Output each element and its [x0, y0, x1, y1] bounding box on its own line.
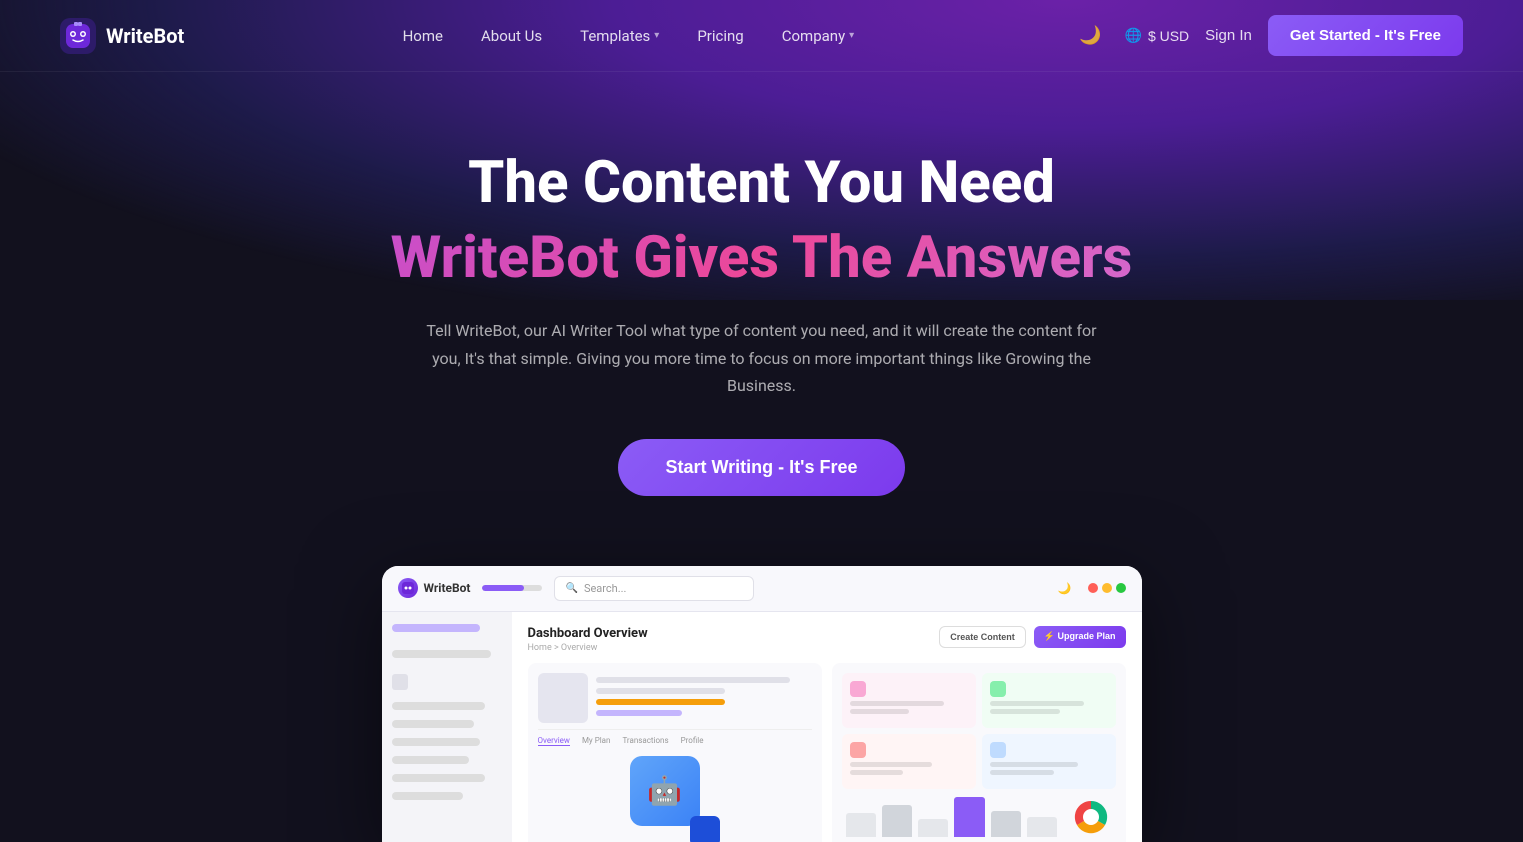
- nav-links: Home About Us Templates ▾ Pricing Compan…: [387, 19, 871, 53]
- logo-icon: [60, 18, 96, 54]
- db-mini-dot: [850, 742, 866, 758]
- db-main-content: Dashboard Overview Home > Overview Creat…: [512, 612, 1142, 842]
- db-maximize-dot: [1116, 583, 1126, 593]
- db-header-row: Dashboard Overview Home > Overview Creat…: [528, 626, 1126, 653]
- flag-icon: 🌐: [1125, 27, 1142, 44]
- hero-description: Tell WriteBot, our AI Writer Tool what t…: [412, 317, 1112, 399]
- currency-label: $ USD: [1148, 28, 1189, 44]
- templates-chevron-icon: ▾: [654, 30, 659, 41]
- db-moon-icon: 🌙: [1058, 582, 1072, 595]
- db-pie-chart: [1071, 797, 1111, 837]
- db-mini-dot: [990, 681, 1006, 697]
- db-thumbnail: [538, 673, 588, 723]
- db-chart: [842, 797, 1116, 837]
- db-mini-card-green: [982, 673, 1116, 728]
- search-icon: 🔍: [565, 583, 577, 594]
- db-sidebar-arrow: [392, 674, 408, 690]
- db-upgrade-btn[interactable]: ⚡ Upgrade Plan: [1034, 626, 1126, 648]
- dashboard-frame: WriteBot 🔍 Search... 🌙: [382, 566, 1142, 842]
- db-sidebar-item: [392, 702, 486, 710]
- db-sidebar-item: [392, 738, 480, 746]
- db-mini-dot-blue: [990, 742, 1006, 758]
- logo-link[interactable]: WriteBot: [60, 18, 184, 54]
- language-currency-btn[interactable]: 🌐 $ USD: [1125, 27, 1190, 44]
- db-sidebar-item: [392, 650, 491, 658]
- db-tabs-row: Overview My Plan Transactions Profile: [538, 729, 812, 746]
- db-mini-cards-grid: [842, 673, 1116, 789]
- db-logo: WriteBot: [398, 578, 471, 598]
- hero-title-line1: The Content You Need: [40, 152, 1483, 216]
- db-card-right: [832, 663, 1126, 842]
- nav-right: 🌙 🌐 $ USD Sign In Get Started - It's Fre…: [1073, 15, 1463, 56]
- db-create-content-btn[interactable]: Create Content: [939, 626, 1026, 648]
- moon-icon: 🌙: [1079, 25, 1101, 46]
- hero-title-line2: WriteBot Gives The Answers: [40, 224, 1483, 294]
- db-actions: Create Content ⚡ Upgrade Plan: [939, 626, 1125, 648]
- dark-mode-toggle[interactable]: 🌙: [1073, 18, 1109, 54]
- db-robot-illustration: 🤖: [630, 756, 720, 842]
- hero-section: The Content You Need WriteBot Gives The …: [0, 72, 1523, 546]
- logo-text: WriteBot: [106, 24, 184, 48]
- db-mini-card-pink: [842, 673, 976, 728]
- db-search-box[interactable]: 🔍 Search...: [554, 576, 754, 601]
- db-minimize-dot: [1102, 583, 1112, 593]
- dashboard-topbar: WriteBot 🔍 Search... 🌙: [382, 566, 1142, 612]
- nav-templates[interactable]: Templates ▾: [564, 19, 675, 53]
- dashboard-body: Dashboard Overview Home > Overview Creat…: [382, 612, 1142, 842]
- db-sidebar-item: [392, 720, 475, 728]
- start-writing-button[interactable]: Start Writing - It's Free: [618, 439, 906, 496]
- db-illustration: 🤖: [538, 746, 812, 842]
- nav-home[interactable]: Home: [387, 19, 459, 53]
- db-card-content: [538, 673, 812, 723]
- nav-company[interactable]: Company ▾: [766, 19, 870, 53]
- db-sidebar-item: [392, 792, 464, 800]
- db-mini-card-red: [842, 734, 976, 789]
- nav-about[interactable]: About Us: [465, 19, 558, 53]
- company-chevron-icon: ▾: [849, 30, 854, 41]
- get-started-button[interactable]: Get Started - It's Free: [1268, 15, 1463, 56]
- db-card-text-lines: [596, 673, 812, 723]
- db-top-icons: 🌙: [1058, 582, 1126, 595]
- db-close-dot: [1088, 583, 1098, 593]
- db-title-block: Dashboard Overview Home > Overview: [528, 626, 648, 653]
- nav-pricing[interactable]: Pricing: [681, 19, 759, 53]
- db-sidebar-item: [392, 624, 480, 632]
- db-mini-dot: [850, 681, 866, 697]
- dashboard-preview: WriteBot 🔍 Search... 🌙: [0, 566, 1523, 842]
- db-sidebar-item: [392, 774, 486, 782]
- db-card-left: Overview My Plan Transactions Profile 🤖: [528, 663, 822, 842]
- db-sidebar: [382, 612, 512, 842]
- sign-in-button[interactable]: Sign In: [1205, 27, 1252, 44]
- db-sidebar-item: [392, 756, 469, 764]
- db-logo-icon: [398, 578, 418, 598]
- navbar: WriteBot Home About Us Templates ▾ Prici…: [0, 0, 1523, 72]
- db-mini-card-blue: [982, 734, 1116, 789]
- db-content-grid: Overview My Plan Transactions Profile 🤖: [528, 663, 1126, 842]
